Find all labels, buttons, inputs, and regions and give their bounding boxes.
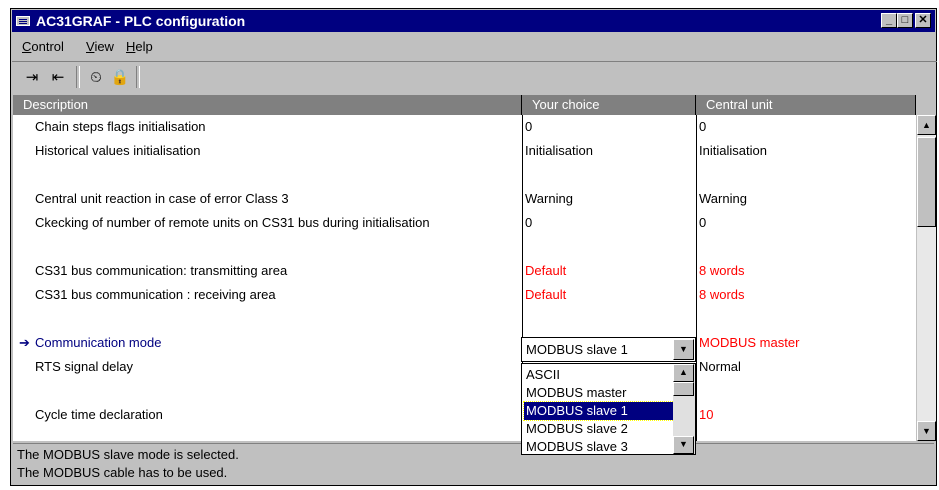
row-central: MODBUS master xyxy=(699,335,800,350)
row-central: Normal xyxy=(699,359,741,374)
import-icon[interactable]: ⇥ xyxy=(22,68,42,88)
config-table: Description Your choice Central unit Cha… xyxy=(13,95,916,441)
status-line: The MODBUS slave mode is selected. xyxy=(17,447,239,462)
lock-icon[interactable]: 🔒 xyxy=(110,68,130,88)
row-central: 8 words xyxy=(699,287,745,302)
scroll-down-button[interactable]: ▼ xyxy=(917,421,936,441)
toolbar-separator xyxy=(76,66,80,88)
dropdown-scroll-down[interactable]: ▼ xyxy=(673,436,694,454)
row-description-selected[interactable]: Communication mode xyxy=(35,335,161,350)
menu-control-label: ontrol xyxy=(31,39,64,54)
row-description[interactable]: Cycle time declaration xyxy=(35,407,163,422)
row-central: 10 xyxy=(699,407,714,422)
header-description[interactable]: Description xyxy=(13,95,522,115)
menu-view-label: iew xyxy=(94,39,114,54)
toolbar: ⇥ ⇤ ⏲ 🔒 xyxy=(12,61,937,92)
option-ascii[interactable]: ASCII xyxy=(524,366,674,384)
status-line: The MODBUS cable has to be used. xyxy=(17,465,228,480)
menu-help-accel: H xyxy=(126,39,136,54)
chevron-down-icon[interactable]: ▼ xyxy=(673,339,694,360)
app-window: AC31GRAF - PLC configuration _ □ ✕ Contr… xyxy=(10,8,937,486)
minimize-button[interactable]: _ xyxy=(881,13,897,28)
row-central: Initialisation xyxy=(699,143,767,158)
row-choice[interactable]: Default xyxy=(525,263,566,278)
row-description[interactable]: CS31 bus communication : receiving area xyxy=(35,287,276,302)
option-modbus-slave-2[interactable]: MODBUS slave 2 xyxy=(524,420,674,438)
row-central: 0 xyxy=(699,119,707,134)
row-choice[interactable]: Initialisation xyxy=(525,143,593,158)
row-description[interactable]: Ckecking of number of remote units on CS… xyxy=(35,215,430,230)
menu-help[interactable]: Help xyxy=(126,39,153,54)
row-choice[interactable]: 0 xyxy=(525,119,532,134)
export-icon[interactable]: ⇤ xyxy=(48,68,68,88)
row-description[interactable]: Central unit reaction in case of error C… xyxy=(35,191,289,206)
option-modbus-slave-3[interactable]: MODBUS slave 3 xyxy=(524,438,674,454)
menu-help-label: elp xyxy=(135,39,153,54)
row-central: 0 xyxy=(699,215,707,230)
row-choice[interactable]: Warning xyxy=(525,191,573,206)
row-description[interactable]: RTS signal delay xyxy=(35,359,133,374)
title-bar[interactable]: AC31GRAF - PLC configuration _ □ ✕ xyxy=(12,10,935,32)
row-description[interactable]: Chain steps flags initialisation xyxy=(35,119,206,134)
window-title: AC31GRAF - PLC configuration xyxy=(36,13,246,29)
dropdown-scroll-up[interactable]: ▲ xyxy=(673,364,694,382)
maximize-button[interactable]: □ xyxy=(897,13,913,28)
menu-view[interactable]: View xyxy=(86,39,114,54)
column-divider xyxy=(696,115,697,441)
timer-icon[interactable]: ⏲ xyxy=(86,68,106,88)
row-description[interactable]: Historical values initialisation xyxy=(35,143,200,158)
scroll-up-button[interactable]: ▲ xyxy=(917,115,936,135)
scroll-thumb[interactable] xyxy=(917,137,936,227)
menu-control-accel: C xyxy=(22,39,32,54)
communication-mode-select[interactable]: MODBUS slave 1 ▼ xyxy=(521,337,696,362)
row-choice[interactable]: Default xyxy=(525,287,566,302)
dropdown-scrollbar[interactable]: ▲ ▼ xyxy=(673,364,695,454)
option-modbus-master[interactable]: MODBUS master xyxy=(524,384,674,402)
row-central: 8 words xyxy=(699,263,745,278)
combo-value: MODBUS slave 1 xyxy=(526,342,628,357)
arrow-right-icon: ➔ xyxy=(19,335,30,350)
close-button[interactable]: ✕ xyxy=(915,13,931,28)
toolbar-separator xyxy=(136,66,140,88)
dropdown-scroll-thumb[interactable] xyxy=(673,382,694,396)
status-panel: The MODBUS slave mode is selected. The M… xyxy=(13,443,934,484)
row-description[interactable]: CS31 bus communication: transmitting are… xyxy=(35,263,287,278)
app-icon[interactable] xyxy=(16,16,30,26)
option-modbus-slave-1[interactable]: MODBUS slave 1 xyxy=(523,401,675,421)
row-central: Warning xyxy=(699,191,747,206)
menu-control[interactable]: Control xyxy=(22,39,64,54)
header-your-choice[interactable]: Your choice xyxy=(522,95,696,115)
table-scrollbar[interactable]: ▲ ▼ xyxy=(917,115,936,441)
row-choice[interactable]: 0 xyxy=(525,215,532,230)
header-central-unit[interactable]: Central unit xyxy=(696,95,916,115)
communication-mode-list[interactable]: ASCII MODBUS master MODBUS slave 1 MODBU… xyxy=(521,363,696,455)
